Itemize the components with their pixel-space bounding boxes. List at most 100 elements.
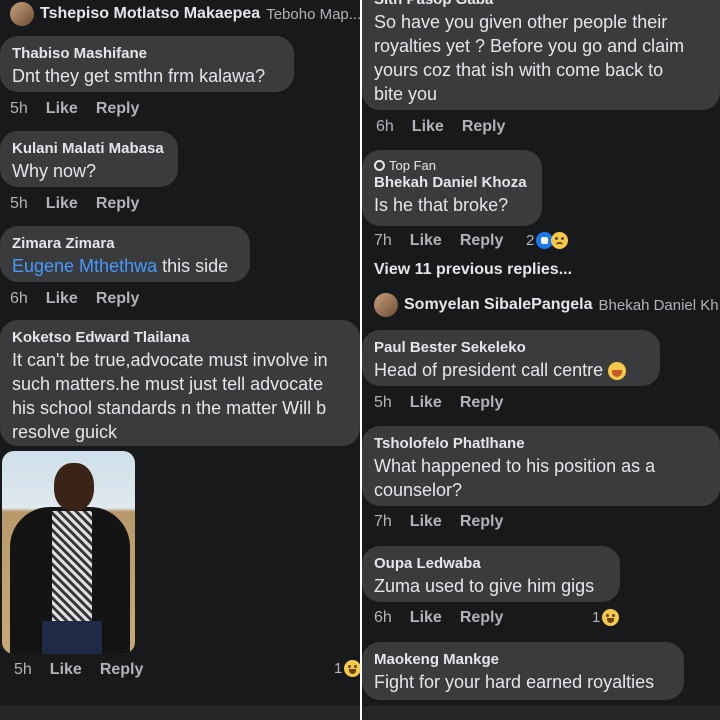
comment-bubble: Zimara Zimara Eugene Mthethwa this side	[0, 226, 250, 282]
like-button[interactable]: Like	[412, 118, 444, 136]
comment-author[interactable]: Bhekah Daniel Khoza	[374, 173, 530, 193]
comment-bubble: Kulani Malati Mabasa Why now?	[0, 131, 178, 187]
comment-text-line: his school standards n the matter Will b	[12, 398, 327, 418]
comment-time[interactable]: 7h	[374, 513, 392, 531]
comment-actions: 7h Like Reply	[374, 513, 503, 531]
like-button[interactable]: Like	[410, 232, 442, 250]
comment-time[interactable]: 7h	[374, 232, 392, 250]
reply-button[interactable]: Reply	[460, 513, 504, 531]
comment-text: Is he that broke?	[374, 195, 509, 215]
top-fan-label: Top Fan	[374, 158, 530, 173]
comment-author[interactable]: Sith Pasop Gaba	[374, 0, 708, 10]
reply-to-name[interactable]: Teboho Map...	[266, 6, 360, 23]
reaction-summary[interactable]: 1	[334, 660, 360, 677]
comment-bubble: Sith Pasop Gaba So have you given other …	[362, 0, 720, 110]
comment-bubble: Tsholofelo Phatlhane What happened to hi…	[362, 426, 720, 506]
comment-text-line: such matters.he must just tell advocate	[12, 374, 324, 394]
comment-text-line: yours coz that ish with come back to	[374, 60, 664, 80]
comment-bubble: Maokeng Mankge Fight for your hard earne…	[362, 642, 684, 700]
comment-text-line: So have you given other people their	[374, 12, 668, 32]
comment-author[interactable]: Paul Bester Sekeleko	[374, 338, 648, 358]
photo-head	[54, 463, 94, 511]
comment-text-line: royalties yet ? Before you go and claim	[374, 36, 685, 56]
comment-actions: 5h Like Reply	[10, 100, 139, 118]
comment-time[interactable]: 5h	[374, 394, 392, 412]
comment-bubble: Paul Bester Sekeleko Head of president c…	[362, 330, 660, 386]
comment-text: Why now?	[12, 161, 97, 181]
view-previous-replies-link[interactable]: View 11 previous replies...	[374, 261, 572, 279]
comment-actions: 5h Like Reply	[10, 195, 139, 213]
comment-input-bar[interactable]	[362, 706, 720, 720]
reply-header: Tshepiso Motlatso Makaepea Teboho Map...	[10, 2, 360, 26]
reaction-summary[interactable]: 1	[592, 609, 620, 626]
reaction-summary[interactable]: 2	[526, 232, 569, 249]
right-comments-panel: Sith Pasop Gaba So have you given other …	[362, 0, 720, 720]
like-button[interactable]: Like	[46, 100, 78, 118]
comment-text-line: counselor?	[374, 480, 463, 500]
comment-input-bar[interactable]	[0, 706, 360, 720]
reply-button[interactable]: Reply	[96, 100, 140, 118]
comment-text: Eugene Mthethwa this side	[12, 256, 229, 276]
comment-text: Dnt they get smthn frm kalawa?	[12, 66, 266, 86]
reply-to-name[interactable]: Bhekah Daniel Kh...	[599, 297, 720, 314]
like-button[interactable]: Like	[410, 609, 442, 627]
comment-author[interactable]: Tsholofelo Phatlhane	[374, 434, 708, 454]
comment-bubble: Thabiso Mashifane Dnt they get smthn frm…	[0, 36, 294, 92]
reaction-count: 1	[334, 660, 343, 677]
photo-shirt	[52, 511, 92, 621]
mention-link[interactable]: Eugene Mthethwa	[12, 256, 157, 276]
comment-actions: 6h Like Reply	[374, 609, 503, 627]
reply-author-name[interactable]: Tshepiso Motlatso Makaepea	[40, 5, 260, 23]
comment-text: Head of president call centre	[374, 358, 648, 382]
reply-button[interactable]: Reply	[100, 661, 144, 679]
comment-text-line: What happened to his position as a	[374, 456, 656, 476]
comment-actions: 5h Like Reply	[14, 661, 143, 679]
haha-reaction-icon	[602, 609, 620, 626]
comment-time[interactable]: 5h	[10, 100, 28, 118]
comment-time[interactable]: 6h	[376, 118, 394, 136]
reaction-count: 2	[526, 232, 535, 249]
comment-actions: 5h Like Reply	[374, 394, 503, 412]
reply-header: Somyelan SibalePangela Bhekah Daniel Kh.…	[374, 293, 720, 317]
comment-actions: 6h Like Reply	[10, 290, 139, 308]
reply-button[interactable]: Reply	[96, 195, 140, 213]
top-fan-badge-icon	[374, 160, 385, 171]
comment-bubble: Oupa Ledwaba Zuma used to give him gigs	[362, 546, 620, 602]
comment-bubble: Koketso Edward Tlailana It can't be true…	[0, 320, 360, 446]
avatar[interactable]	[10, 2, 34, 26]
reply-button[interactable]: Reply	[460, 609, 504, 627]
like-button[interactable]: Like	[50, 661, 82, 679]
comment-photo[interactable]	[2, 451, 135, 654]
reply-button[interactable]: Reply	[96, 290, 140, 308]
like-button[interactable]: Like	[46, 290, 78, 308]
comment-bubble: Top Fan Bhekah Daniel Khoza Is he that b…	[362, 150, 542, 226]
comment-actions: 7h Like Reply	[374, 232, 503, 250]
like-button[interactable]: Like	[46, 195, 78, 213]
comment-time[interactable]: 6h	[374, 609, 392, 627]
comment-actions: 6h Like Reply	[376, 118, 505, 136]
like-button[interactable]: Like	[410, 513, 442, 531]
comment-time[interactable]: 5h	[14, 661, 32, 679]
comment-time[interactable]: 6h	[10, 290, 28, 308]
sad-reaction-icon	[551, 232, 569, 249]
reaction-count: 1	[592, 609, 601, 626]
avatar[interactable]	[374, 293, 398, 317]
comment-author[interactable]: Kulani Malati Mabasa	[12, 139, 166, 159]
comment-text-line: bite you	[374, 84, 438, 104]
left-comments-panel: Tshepiso Motlatso Makaepea Teboho Map...…	[0, 0, 360, 720]
reply-button[interactable]: Reply	[460, 394, 504, 412]
comment-author[interactable]: Oupa Ledwaba	[374, 554, 608, 574]
comment-text: Fight for your hard earned royalties	[374, 672, 655, 692]
reply-button[interactable]: Reply	[460, 232, 504, 250]
comment-text-line: resolve guick	[12, 422, 118, 442]
facepalm-emoji-icon	[608, 362, 627, 381]
comment-author[interactable]: Thabiso Mashifane	[12, 44, 282, 64]
comment-author[interactable]: Koketso Edward Tlailana	[12, 328, 348, 348]
reply-button[interactable]: Reply	[462, 118, 506, 136]
reply-author-name[interactable]: Somyelan SibalePangela	[404, 296, 593, 314]
comment-author[interactable]: Zimara Zimara	[12, 234, 238, 254]
comment-time[interactable]: 5h	[10, 195, 28, 213]
comment-author[interactable]: Maokeng Mankge	[374, 650, 672, 670]
like-button[interactable]: Like	[410, 394, 442, 412]
photo-trousers	[42, 621, 102, 654]
